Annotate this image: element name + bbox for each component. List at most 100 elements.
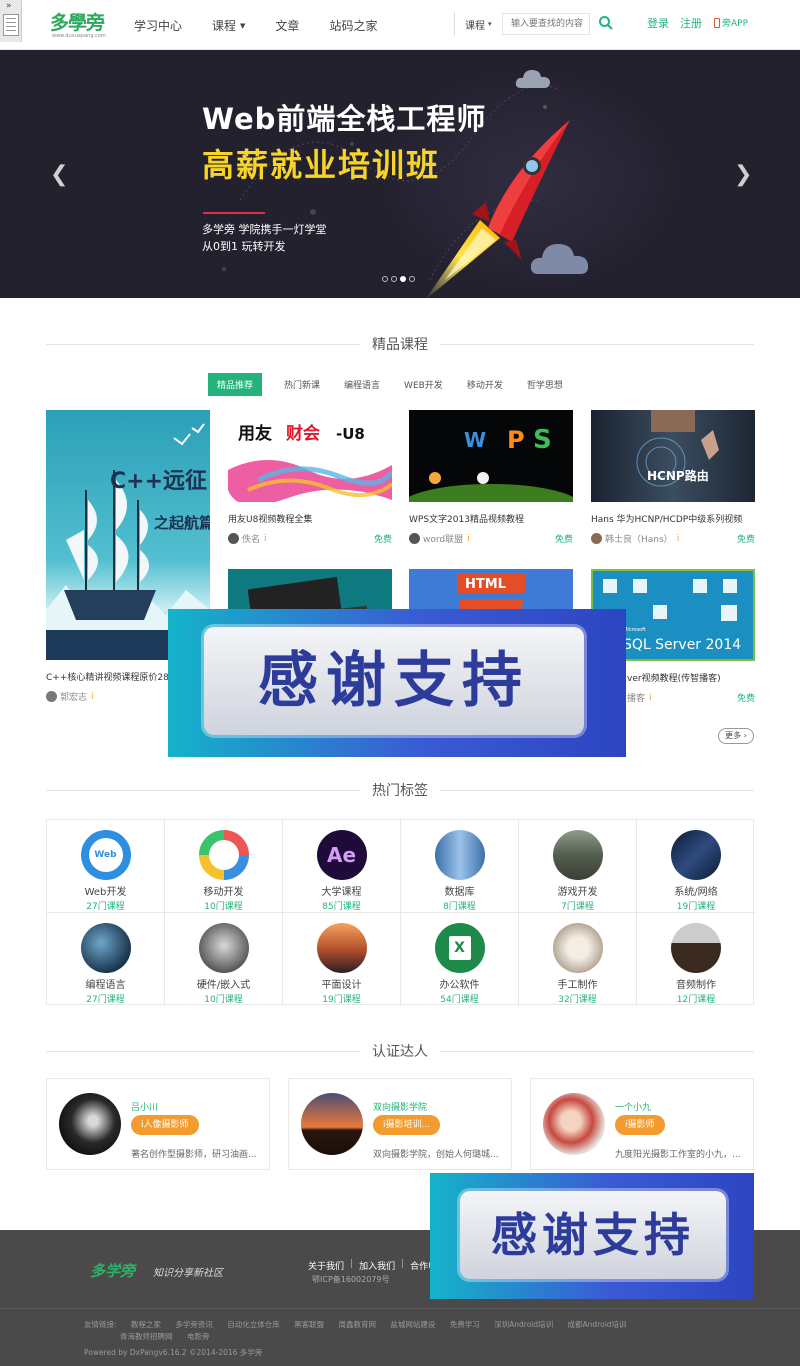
icp-number[interactable]: 鄂ICP备16002079号	[312, 1274, 390, 1285]
register-link[interactable]: 注册	[680, 15, 702, 31]
course-price: 免费	[373, 535, 392, 545]
level-icon: ⅰ	[264, 533, 267, 544]
database-icon	[434, 830, 485, 880]
level-icon: ⅰ	[91, 691, 94, 702]
friend-link[interactable]: 电影旁	[187, 1332, 210, 1341]
search-category-select[interactable]: 课程 ▾	[454, 12, 492, 36]
thanks-overlay-image: 感谢支持	[168, 609, 626, 757]
friend-link[interactable]: 自动化立体仓库	[227, 1320, 280, 1329]
login-link[interactable]: 登录	[647, 15, 669, 31]
expert-card[interactable]: 一个小九 ⅰ摄影师 九度阳光摄影工作室的小九，...	[530, 1078, 754, 1170]
course-card[interactable]: HCNP路由 Hans 华为HCNP/HCDP中级系列视频 韩士良（Hans） …	[591, 410, 755, 545]
nav-item-courses[interactable]: 课程 ▼	[212, 17, 245, 34]
course-title[interactable]: WPS文字2013精品视频教程	[409, 512, 573, 525]
friend-link[interactable]: 周鑫教育网	[338, 1320, 376, 1329]
tag-item-system[interactable]: 系统/网络 19门课程	[637, 820, 755, 913]
thumbnail-text: 之起航篇	[154, 514, 210, 532]
phone-icon	[714, 17, 720, 28]
site-logo[interactable]: 多學旁 www.duxuepang.com	[50, 8, 110, 42]
tab-featured[interactable]: 精品推荐	[208, 373, 263, 396]
expert-name[interactable]: 吕小川	[131, 1100, 158, 1113]
friend-links: 友情链接: 教程之家 多学旁资讯 自动化立体仓库 黑客联盟 周鑫教育网 盐城网站…	[84, 1320, 627, 1341]
thumbnail-text: 用友	[238, 423, 272, 444]
pager-dot-active[interactable]	[400, 276, 406, 282]
course-thumbnail: HCNP路由	[591, 410, 755, 502]
course-title[interactable]: 用友U8视频教程全集	[228, 512, 392, 525]
app-download-link[interactable]: 旁APP	[714, 16, 748, 29]
course-card[interactable]: 用友 财会 -U8 用友U8视频教程全集 佚名 ⅰ 免费	[228, 410, 392, 545]
thumbnail-text: S	[533, 425, 552, 455]
handcraft-icon	[552, 923, 603, 973]
tag-item-game[interactable]: 游戏开发 7门课程	[519, 820, 637, 913]
tags-heading: 热门标签	[46, 780, 754, 800]
tag-item-handcraft[interactable]: 手工制作 32门课程	[519, 913, 637, 1006]
tag-item-university[interactable]: Ae 大学课程 85门课程	[283, 820, 401, 913]
thumbnail-text: HCNP路由	[647, 468, 709, 483]
friend-link[interactable]: 青海教师招聘网	[120, 1332, 173, 1341]
tag-item-graphic-design[interactable]: 平面设计 19门课程	[283, 913, 401, 1006]
expert-card[interactable]: 吕小川 ⅰ人像摄影师 著名创作型摄影师，研习油画...	[46, 1078, 270, 1170]
tab-philosophy[interactable]: 哲学思想	[527, 378, 563, 391]
pager-dot[interactable]	[409, 276, 415, 282]
thumbnail-text: W	[464, 428, 486, 452]
expert-card[interactable]: 双向摄影学院 ⅰ摄影培训... 双向摄影学院，创始人何璐城...	[288, 1078, 512, 1170]
avatar	[46, 691, 57, 702]
divider	[203, 212, 265, 214]
footer-slogan: 知识分享新社区	[153, 1268, 223, 1279]
thanks-overlay-image: 感谢支持	[430, 1173, 754, 1299]
footer-link-join[interactable]: 加入我们	[359, 1259, 395, 1272]
nav-item-code-home[interactable]: 站码之家	[329, 17, 377, 34]
expert-badge: ⅰ摄影师	[615, 1115, 665, 1135]
page-tool-icon[interactable]: »	[0, 0, 22, 42]
search-input[interactable]	[502, 13, 590, 35]
friend-link[interactable]: 盐城网站建设	[390, 1320, 435, 1329]
expert-name[interactable]: 一个小九	[615, 1100, 651, 1113]
nav-item-articles[interactable]: 文章	[275, 17, 299, 34]
banner-prev-arrow-icon[interactable]: ❮	[50, 162, 68, 187]
search-icon[interactable]	[598, 15, 614, 31]
tab-programming[interactable]: 编程语言	[344, 378, 380, 391]
friend-link[interactable]: 黑客联盟	[294, 1320, 324, 1329]
friend-link[interactable]: 成都Android培训	[568, 1320, 627, 1329]
friend-link[interactable]: 多学旁资讯	[175, 1320, 213, 1329]
footer-links: 关于我们 | 加入我们 | 合作申	[308, 1259, 438, 1272]
pager-dot[interactable]	[382, 276, 388, 282]
course-card[interactable]: W P S WPS文字2013精品视频教程 word联盟 ⅰ 免费	[409, 410, 573, 545]
tag-item-audio[interactable]: 音频制作 12门课程	[637, 913, 755, 1006]
footer-link-about[interactable]: 关于我们	[308, 1259, 344, 1272]
tag-item-database[interactable]: 数据库 8门课程	[401, 820, 519, 913]
tag-item-office[interactable]: X 办公软件 54门课程	[401, 913, 519, 1006]
footer-logo[interactable]: 多学旁	[90, 1260, 135, 1281]
expert-name[interactable]: 双向摄影学院	[373, 1100, 427, 1113]
course-price: 免费	[736, 535, 755, 545]
hero-banner[interactable]: Web前端全栈工程师 高薪就业培训班 多学旁 学院携手一灯学堂 从0到1 玩转开…	[0, 50, 800, 298]
friend-link[interactable]: 深圳Android培训	[494, 1320, 553, 1329]
tag-item-web[interactable]: Web Web开发 27门课程	[47, 820, 165, 913]
tab-hot-new[interactable]: 热门新课	[284, 378, 320, 391]
thumbnail-text: 财会	[285, 423, 320, 444]
course-author: 郭宏志	[60, 693, 88, 703]
tag-item-programming[interactable]: 编程语言 27门课程	[47, 913, 165, 1006]
tag-grid: Web Web开发 27门课程 移动开发 10门课程 Ae 大学课程 85门课程…	[46, 819, 755, 1006]
course-price: 免费	[554, 535, 573, 545]
friend-link[interactable]: 教程之家	[131, 1320, 161, 1329]
level-icon: ⅰ	[649, 692, 652, 703]
avatar	[228, 533, 239, 544]
course-thumbnail: 用友 财会 -U8	[228, 410, 392, 502]
course-author: 佚名	[242, 535, 261, 545]
course-title[interactable]: Hans 华为HCNP/HCDP中级系列视频	[591, 512, 755, 525]
pager-dot[interactable]	[391, 276, 397, 282]
friend-link[interactable]: 免费学习	[450, 1320, 480, 1329]
tab-mobile-dev[interactable]: 移动开发	[467, 378, 503, 391]
avatar	[409, 533, 420, 544]
thumbnail-text: C++远征	[110, 468, 207, 494]
tab-web-dev[interactable]: WEB开发	[404, 378, 443, 391]
excel-icon: X	[434, 923, 485, 973]
server-icon	[671, 830, 721, 880]
tag-item-hardware[interactable]: 硬件/嵌入式 10门课程	[165, 913, 283, 1006]
tag-item-mobile[interactable]: 移动开发 10门课程	[165, 820, 283, 913]
nav-item-learning-center[interactable]: 学习中心	[134, 17, 182, 34]
avatar	[591, 533, 602, 544]
banner-next-arrow-icon[interactable]: ❯	[734, 162, 752, 187]
more-button[interactable]: 更多 ›	[718, 728, 754, 744]
